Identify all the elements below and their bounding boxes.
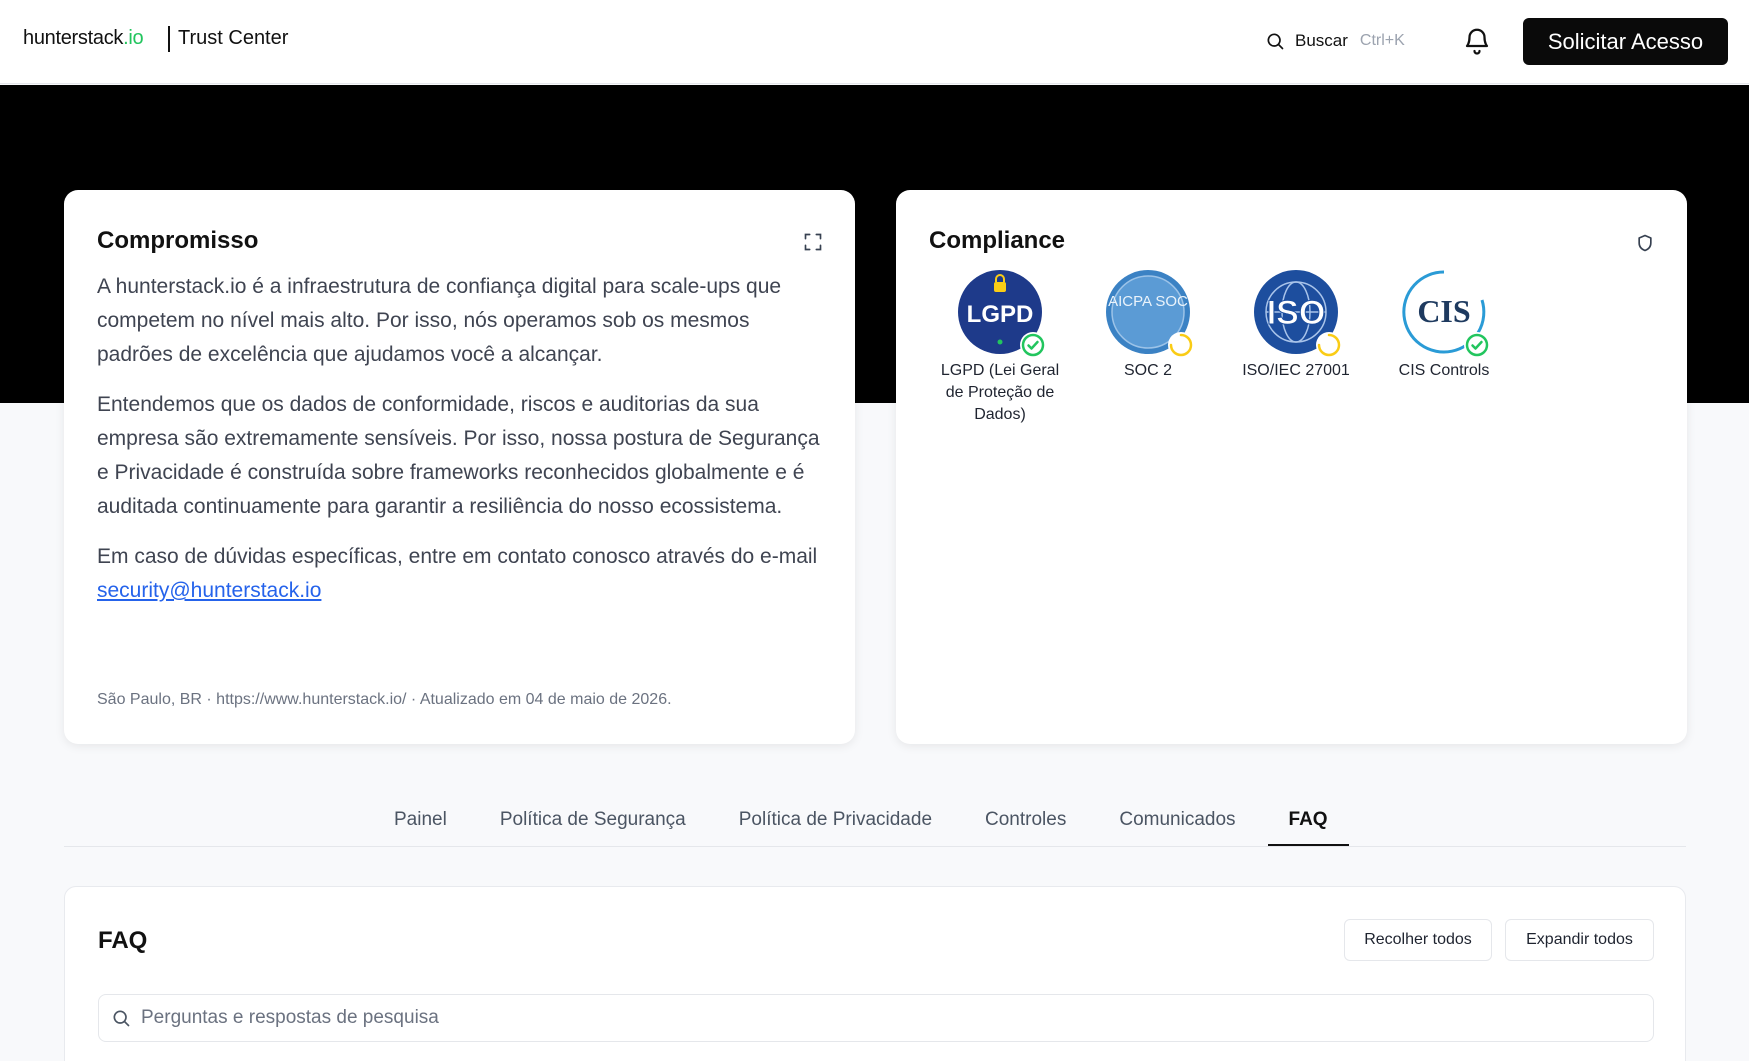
commitment-paragraph: Entendemos que os dados de conformidade,… xyxy=(97,393,820,518)
top-bar: hunterstack.io Trust Center Buscar Ctrl+… xyxy=(0,0,1749,84)
faq-title: FAQ xyxy=(98,927,148,954)
shield-icon xyxy=(1638,234,1652,252)
cis-logo-icon: CIS xyxy=(1400,268,1490,358)
badge-iso27001[interactable]: ISO ISO/IEC 27001 xyxy=(1222,268,1370,426)
iso-logo-text: ISO xyxy=(1267,294,1326,332)
commitment-paragraph: A hunterstack.io é a infraestrutura de c… xyxy=(97,275,782,366)
compliance-title: Compliance xyxy=(929,227,1066,254)
commitment-title: Compromisso xyxy=(97,227,259,254)
soc2-logo-icon: AICPA SOC xyxy=(1104,268,1194,358)
brand-divider xyxy=(168,26,170,52)
lgpd-logo-text: LGPD xyxy=(967,301,1034,328)
badge-cis[interactable]: CIS CIS Controls xyxy=(1370,268,1518,426)
faq-panel: FAQ Recolher todos Expandir todos xyxy=(64,886,1686,1061)
tab-faq[interactable]: FAQ xyxy=(1267,800,1349,847)
security-email-link[interactable]: security@hunterstack.io xyxy=(97,579,321,602)
status-in-progress-icon xyxy=(1316,332,1342,358)
search-label: Buscar xyxy=(1295,31,1348,50)
search-button[interactable]: Buscar Ctrl+K xyxy=(1265,24,1405,58)
compliance-card: Compliance LGPD LGPD (Lei Geral de Prote… xyxy=(896,190,1687,744)
search-shortcut: Ctrl+K xyxy=(1359,32,1405,49)
badge-label: ISO/IEC 27001 xyxy=(1242,362,1350,379)
expand-all-button[interactable]: Expandir todos xyxy=(1505,919,1654,961)
request-access-button[interactable]: Solicitar Acesso xyxy=(1523,18,1728,65)
compliance-badges: LGPD LGPD (Lei Geral de Proteção de Dado… xyxy=(926,268,1518,426)
soc2-logo-text: AICPA SOC xyxy=(1108,293,1188,310)
iso-logo-icon: ISO xyxy=(1252,268,1342,358)
commitment-contact: Em caso de dúvidas específicas, entre em… xyxy=(97,540,827,608)
status-compliant-icon xyxy=(1020,332,1046,358)
brand-logo[interactable]: hunterstack.io xyxy=(23,27,144,50)
notification-bell-icon[interactable] xyxy=(1462,26,1492,56)
status-in-progress-icon xyxy=(1168,332,1194,358)
badge-lgpd[interactable]: LGPD LGPD (Lei Geral de Proteção de Dado… xyxy=(926,268,1074,426)
section-tabs: Painel Política de Segurança Política de… xyxy=(373,800,1360,847)
faq-search-field xyxy=(98,994,1654,1042)
lgpd-logo-icon: LGPD xyxy=(956,268,1046,358)
tab-announcements[interactable]: Comunicados xyxy=(1098,800,1256,847)
search-icon xyxy=(113,1010,130,1027)
commitment-text: A hunterstack.io é a infraestrutura de c… xyxy=(97,270,827,624)
badge-soc2[interactable]: AICPA SOC SOC 2 xyxy=(1074,268,1222,426)
contact-text: Em caso de dúvidas específicas, entre em… xyxy=(97,545,818,568)
brand-tld: .io xyxy=(123,27,144,49)
badge-label: SOC 2 xyxy=(1123,362,1172,379)
location-update-meta: São Paulo, BR · https://www.hunterstack.… xyxy=(97,691,672,708)
tab-privacy-policy[interactable]: Política de Privacidade xyxy=(718,800,953,847)
brand-name: hunterstack xyxy=(23,27,124,49)
tabs-divider xyxy=(64,846,1686,847)
badge-label: CIS Controls xyxy=(1398,362,1490,379)
expand-icon[interactable] xyxy=(803,232,823,252)
tab-painel[interactable]: Painel xyxy=(373,800,468,847)
badge-label: LGPD (Lei Geral de Proteção de Dados) xyxy=(940,362,1060,423)
status-compliant-icon xyxy=(1464,332,1490,358)
cis-logo-text: CIS xyxy=(1417,293,1470,329)
tab-controls[interactable]: Controles xyxy=(964,800,1087,847)
tab-security-policy[interactable]: Política de Segurança xyxy=(479,800,707,847)
faq-search-input[interactable] xyxy=(141,1007,1621,1029)
collapse-all-button[interactable]: Recolher todos xyxy=(1344,919,1492,961)
commitment-card: Compromisso A hunterstack.io é a infraes… xyxy=(64,190,855,744)
brand-subtitle: Trust Center xyxy=(178,27,289,49)
search-icon xyxy=(1267,33,1284,50)
